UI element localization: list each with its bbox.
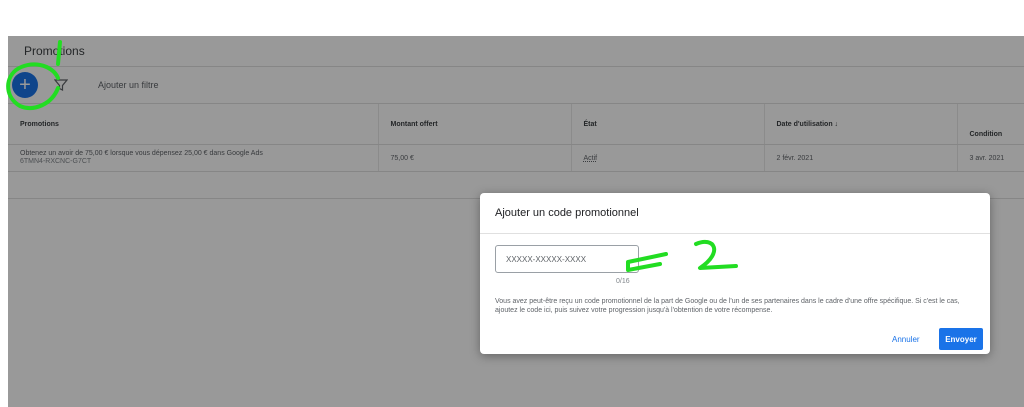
add-promo-code-dialog: Ajouter un code promotionnel 0/16 Vous a… <box>480 193 990 354</box>
char-counter: 0/16 <box>616 278 630 285</box>
submit-button[interactable]: Envoyer <box>939 328 983 350</box>
cancel-button[interactable]: Annuler <box>888 328 924 350</box>
dialog-title: Ajouter un code promotionnel <box>480 193 990 234</box>
dialog-description: Vous avez peut-être reçu un code promoti… <box>495 298 960 314</box>
promo-code-input[interactable] <box>495 245 639 273</box>
